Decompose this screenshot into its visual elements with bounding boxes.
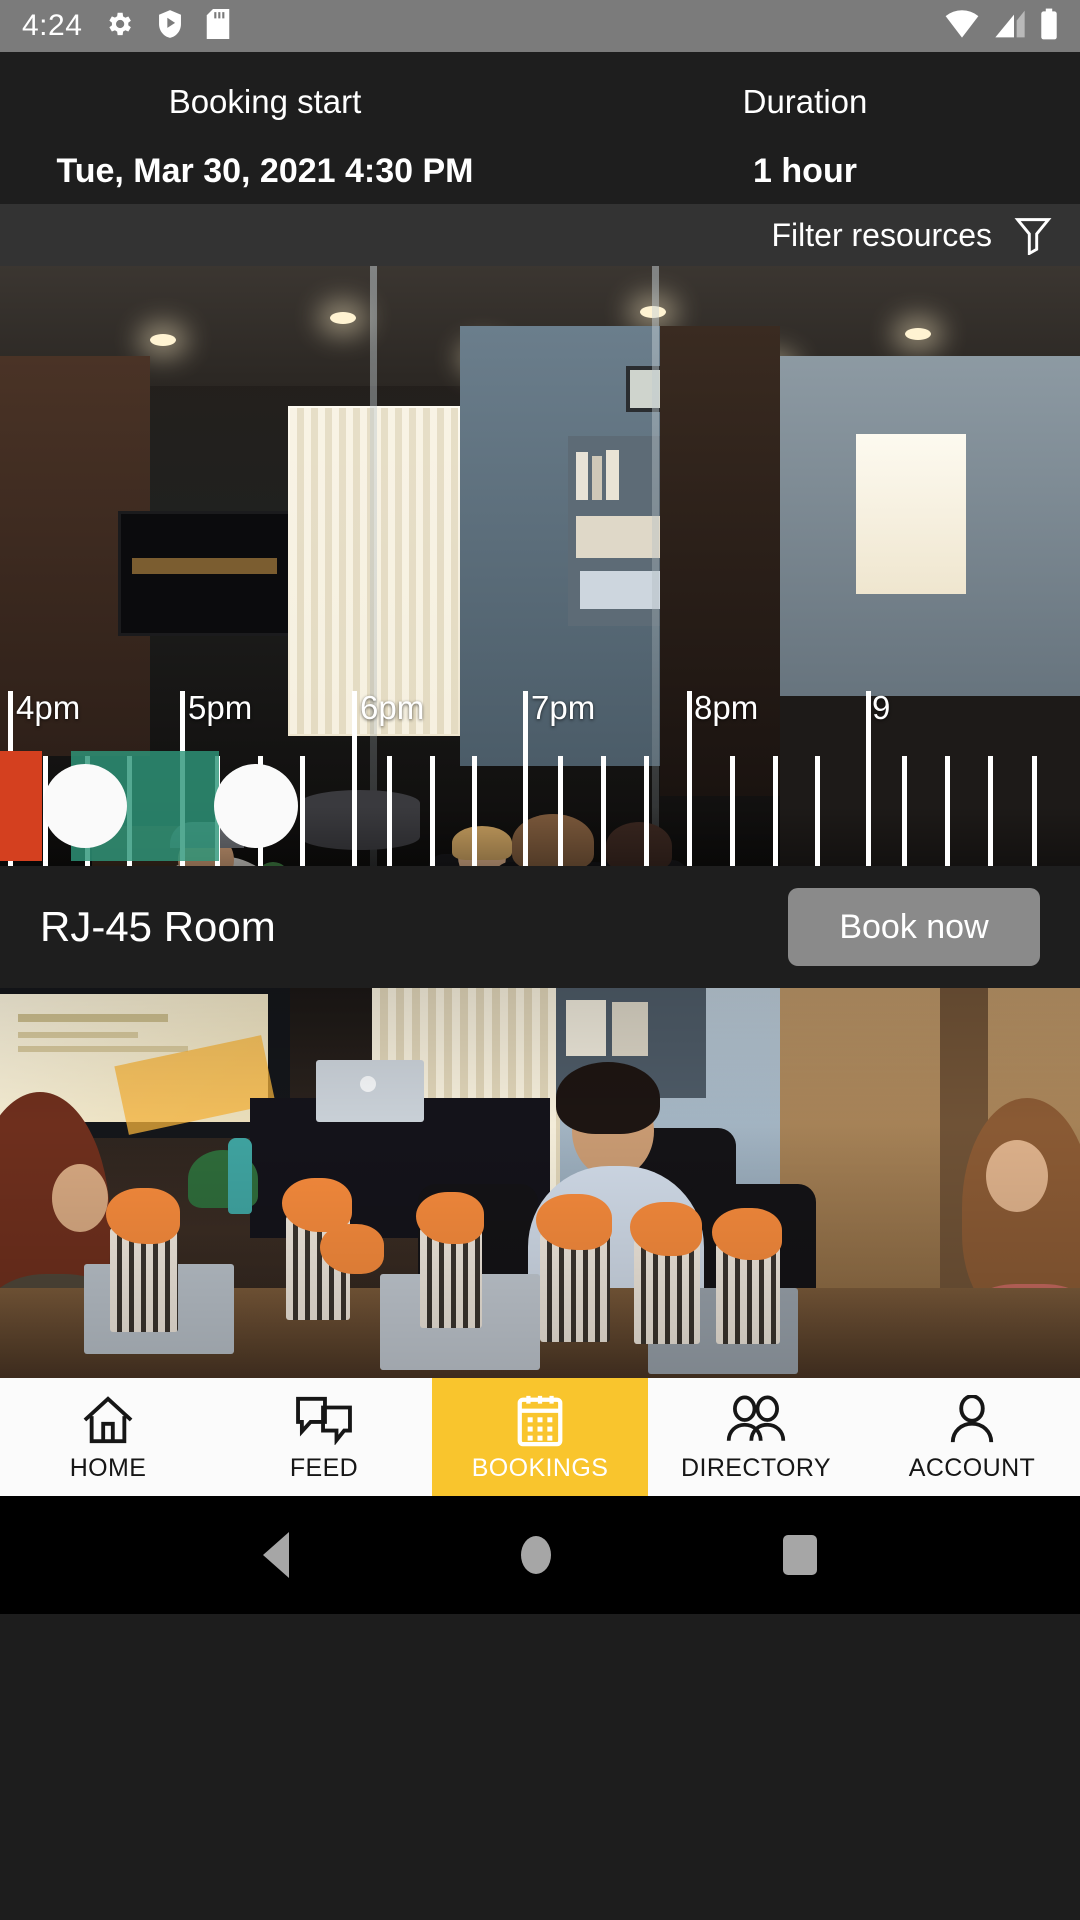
resource-photo[interactable]: 4pm 5pm 6pm 7pm 8pm 9: [0, 266, 1080, 866]
timeline-quarter-tick: [902, 756, 907, 866]
resource-card-2-photo[interactable]: [0, 988, 1080, 1378]
calendar-icon: [514, 1392, 566, 1448]
back-triangle-icon[interactable]: [263, 1532, 289, 1578]
resource-card-rj45: 4pm 5pm 6pm 7pm 8pm 9 RJ-45 Room Book no…: [0, 266, 1080, 988]
cellular-signal-icon: [994, 9, 1026, 44]
timeline-end-handle[interactable]: [214, 764, 298, 848]
resource-name: RJ-45 Room: [40, 903, 276, 950]
timeline-hour-label: 6pm: [360, 689, 425, 726]
booking-duration-value: 1 hour: [753, 152, 857, 191]
status-bar-right: [944, 8, 1058, 45]
timeline-hour-label: 5pm: [188, 689, 253, 726]
timeline-quarter-tick: [601, 756, 606, 866]
booking-header: Booking start Tue, Mar 30, 2021 4:30 PM …: [0, 52, 1080, 204]
availability-timeline[interactable]: 4pm 5pm 6pm 7pm 8pm 9: [0, 689, 1080, 866]
timeline-unavailable-block: [0, 751, 42, 861]
nav-item-feed[interactable]: FEED: [216, 1378, 432, 1496]
battery-icon: [1040, 8, 1058, 45]
nav-item-bookings[interactable]: BOOKINGS: [432, 1378, 648, 1496]
nav-item-account[interactable]: ACCOUNT: [864, 1378, 1080, 1496]
nav-label-bookings: BOOKINGS: [471, 1453, 609, 1482]
nav-label-directory: DIRECTORY: [681, 1453, 831, 1482]
bottom-navigation: HOME FEED BOOKINGS DIRECTORY ACCOUNT: [0, 1378, 1080, 1496]
timeline-quarter-tick: [945, 756, 950, 866]
status-bar: 4:24: [0, 0, 1080, 52]
nav-item-directory[interactable]: DIRECTORY: [648, 1378, 864, 1496]
filter-resources-bar[interactable]: Filter resources: [0, 204, 1080, 266]
book-now-button[interactable]: Book now: [788, 888, 1040, 966]
booking-duration-field[interactable]: Duration 1 hour: [530, 72, 1080, 191]
timeline-hour-label: 7pm: [531, 689, 596, 726]
timeline-hour-label: 9: [872, 689, 891, 726]
sd-card-icon: [206, 8, 230, 44]
timeline-quarter-tick: [430, 756, 435, 866]
booking-start-value: Tue, Mar 30, 2021 4:30 PM: [56, 152, 474, 191]
timeline-quarter-tick: [644, 756, 649, 866]
timeline-quarter-tick: [387, 756, 392, 866]
booking-start-label: Booking start: [168, 83, 362, 120]
home-icon: [80, 1392, 136, 1448]
people-group-icon: [724, 1392, 788, 1448]
timeline-quarter-tick: [988, 756, 993, 866]
timeline-quarter-tick: [1032, 756, 1037, 866]
status-bar-clock: 4:24: [22, 9, 83, 42]
recents-square-icon[interactable]: [783, 1535, 817, 1575]
resource-meta-row: RJ-45 Room Book now: [0, 866, 1080, 988]
timeline-quarter-tick: [300, 756, 305, 866]
timeline-quarter-tick: [815, 756, 820, 866]
booking-duration-label: Duration: [742, 83, 868, 120]
gear-icon: [104, 9, 134, 44]
status-bar-left: 4:24: [22, 8, 230, 44]
filter-resources-label: Filter resources: [771, 216, 993, 253]
timeline-quarter-tick: [773, 756, 778, 866]
chat-bubbles-icon: [295, 1392, 353, 1448]
wifi-icon: [944, 9, 980, 44]
timeline-hour-label: 4pm: [16, 689, 81, 726]
nav-label-feed: FEED: [289, 1453, 359, 1482]
nav-label-account: ACCOUNT: [908, 1453, 1036, 1482]
person-icon: [946, 1392, 998, 1448]
timeline-hour-label: 8pm: [694, 689, 759, 726]
funnel-icon[interactable]: [1014, 215, 1052, 255]
booking-start-field[interactable]: Booking start Tue, Mar 30, 2021 4:30 PM: [0, 72, 530, 191]
app-screen: 4:24 Booking start Tue, Mar 30, 2021 4:3…: [0, 0, 1080, 1920]
timeline-quarter-tick: [558, 756, 563, 866]
timeline-hour-labels: 4pm 5pm 6pm 7pm 8pm 9: [0, 689, 1080, 749]
nav-item-home[interactable]: HOME: [0, 1378, 216, 1496]
nav-label-home: HOME: [69, 1453, 147, 1482]
timeline-start-handle[interactable]: [43, 764, 127, 848]
system-navigation-bar: [0, 1496, 1080, 1614]
timeline-quarter-tick: [472, 756, 477, 866]
timeline-quarter-tick: [730, 756, 735, 866]
shield-play-icon: [156, 9, 184, 44]
home-circle-icon[interactable]: [521, 1536, 551, 1574]
